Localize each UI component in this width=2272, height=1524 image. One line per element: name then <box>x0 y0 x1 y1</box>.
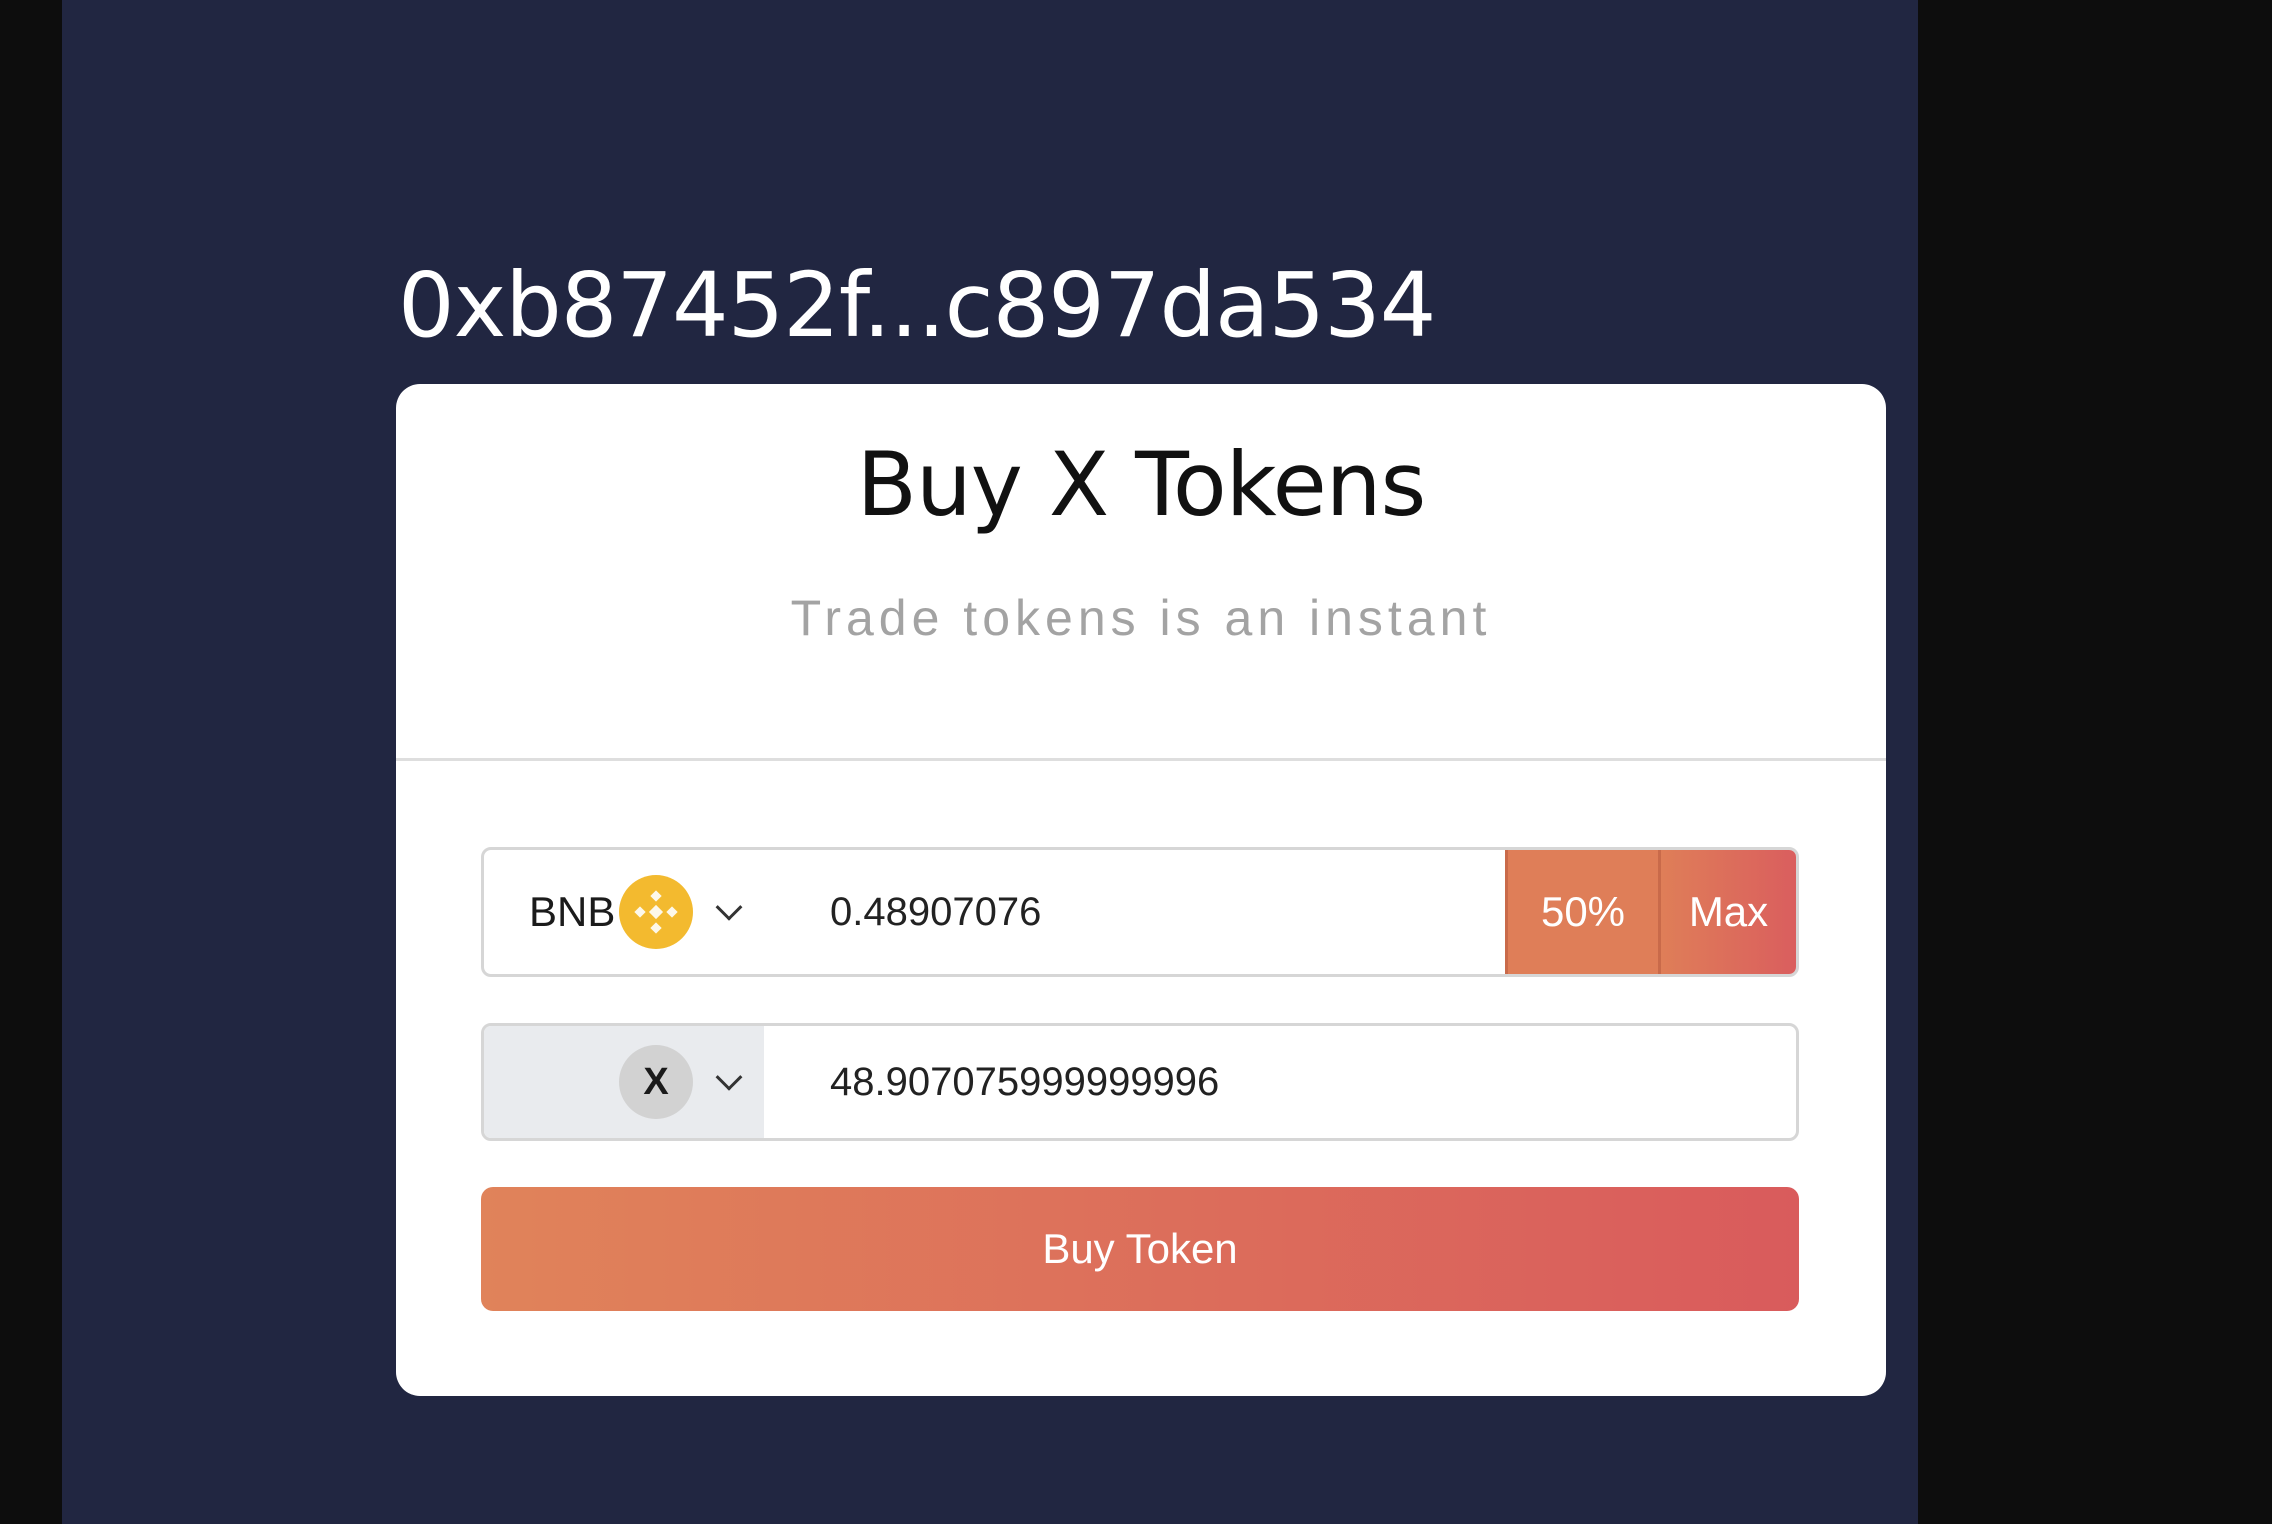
x-token-icon: X <box>619 1045 693 1119</box>
app-background: 0xb87452f...c897da534 Buy X Tokens Trade… <box>62 0 1918 1524</box>
wallet-address[interactable]: 0xb87452f...c897da534 <box>398 255 1436 355</box>
divider <box>396 758 1886 761</box>
bnb-coin-icon <box>619 875 693 949</box>
buy-token-button[interactable]: Buy Token <box>481 1187 1799 1311</box>
card-title: Buy X Tokens <box>856 433 1427 536</box>
chevron-down-icon[interactable] <box>715 1063 743 1091</box>
chevron-down-icon[interactable] <box>715 893 743 921</box>
half-button[interactable]: 50% <box>1505 850 1658 974</box>
pay-token-symbol: BNB <box>529 888 616 935</box>
buy-card: Buy X Tokens Trade tokens is an instant … <box>396 384 1886 1396</box>
receive-input-group: X 48.907075999999996 <box>481 1023 1799 1141</box>
pay-amount-input[interactable]: 0.48907076 <box>764 850 1505 974</box>
receive-amount-input[interactable]: 48.907075999999996 <box>764 1026 1796 1138</box>
receive-token-selector[interactable]: X <box>484 1026 764 1138</box>
pay-input-group: BNB 0.48907076 50% Max <box>481 847 1799 977</box>
pay-token-selector[interactable]: BNB <box>484 850 764 974</box>
card-subtitle: Trade tokens is an instant <box>790 590 1492 646</box>
max-button[interactable]: Max <box>1658 850 1796 974</box>
